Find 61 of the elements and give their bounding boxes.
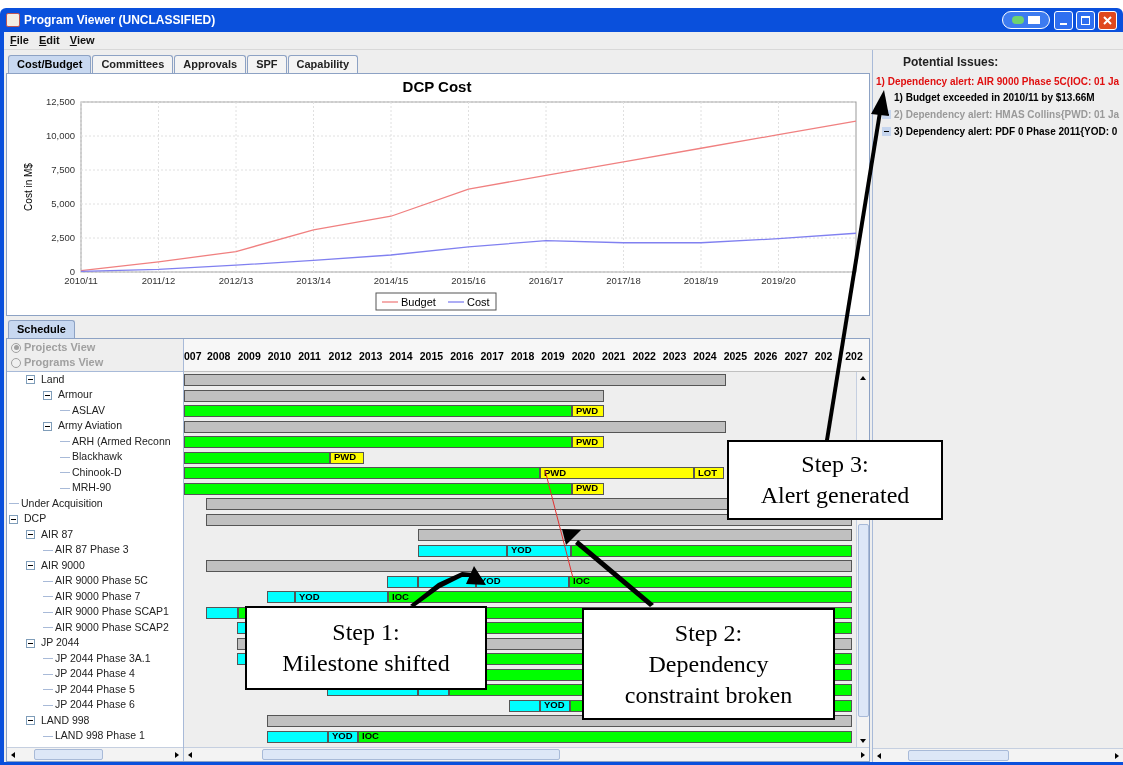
x-tick-label: 2016/17 (528, 275, 564, 286)
x-tick-label: 2013/14 (296, 275, 331, 286)
x-tick-label: 2012/13 (218, 275, 254, 286)
milestone-bar: PWD (540, 467, 694, 479)
y-tick-label: 7,500 (51, 164, 75, 175)
year-label: 2016 (450, 349, 475, 365)
x-tick-label: 2017/18 (606, 275, 641, 286)
phase-bar: YOD (540, 699, 570, 712)
milestone-bar: PWD (572, 482, 604, 495)
milestone-bar: PWD (572, 436, 604, 448)
year-label: 202 (814, 349, 834, 365)
issues-title: Potential Issues: (902, 54, 1000, 71)
y-tick-label: 0 (69, 266, 75, 277)
y-tick-label: 10,000 (45, 130, 75, 141)
x-tick-label: 2018/19 (683, 275, 719, 286)
window-title: Program Viewer (UNCLASSIFIED) (24, 12, 216, 29)
x-tick-label: 2014/15 (373, 275, 409, 286)
callout-tooltip: Step 2: Dependency constraint broken (582, 608, 835, 720)
year-label: 2018 (510, 349, 536, 365)
phase-bar: YOD (328, 730, 358, 743)
year-label: 2017 (480, 349, 505, 365)
year-label: 2026 (754, 349, 779, 365)
legend-label: Cost (467, 296, 490, 308)
phase-bar: YOD (507, 544, 571, 557)
x-tick-label: 2015/16 (451, 275, 486, 286)
y-tick-label: 5,000 (51, 198, 75, 209)
year-label: 2008 (207, 349, 232, 365)
year-label: 2015 (419, 349, 445, 365)
y-axis-label: Cost in M$ (23, 163, 34, 211)
radio-label: Programs View (24, 355, 104, 371)
x-tick-label: 2011/12 (141, 275, 176, 286)
x-tick-label: 2019/20 (761, 275, 796, 286)
x-tick-label: 2010/11 (64, 275, 98, 286)
radio-label: Projects View (24, 340, 96, 356)
legend-label: Budget (401, 296, 436, 308)
milestone-bar: PWD (330, 451, 364, 464)
year-label: 2019 (541, 349, 566, 365)
milestone-bar: PWD (572, 405, 604, 417)
milestone-bar: LOT (694, 467, 724, 479)
chart-title: DCP Cost (402, 78, 472, 95)
progress-bar: IOC (358, 730, 852, 743)
year-label: 2010 (267, 349, 293, 365)
year-label: 2020 (571, 349, 597, 365)
year-label: 2011 (298, 349, 322, 365)
year-label: 2013 (358, 349, 384, 365)
callout-tooltip: Step 3: Alert generated (727, 440, 943, 520)
y-tick-label: 12,500 (45, 96, 75, 107)
year-label: 202 (845, 349, 864, 365)
year-label: 2023 (662, 349, 688, 365)
year-label: 2022 (632, 349, 657, 365)
callout-tooltip: Step 1: Milestone shifted (245, 606, 487, 690)
year-label: 2025 (723, 349, 748, 365)
phase-bar: YOD (295, 591, 388, 603)
y-tick-label: 2,500 (51, 232, 75, 243)
year-label: 2014 (389, 349, 414, 365)
year-label: 2012 (328, 349, 353, 365)
year-label: 007 (184, 349, 203, 365)
year-label: 2024 (693, 349, 718, 365)
year-label: 2009 (237, 349, 262, 365)
year-label: 2021 (602, 349, 627, 365)
year-label: 2027 (784, 349, 809, 365)
